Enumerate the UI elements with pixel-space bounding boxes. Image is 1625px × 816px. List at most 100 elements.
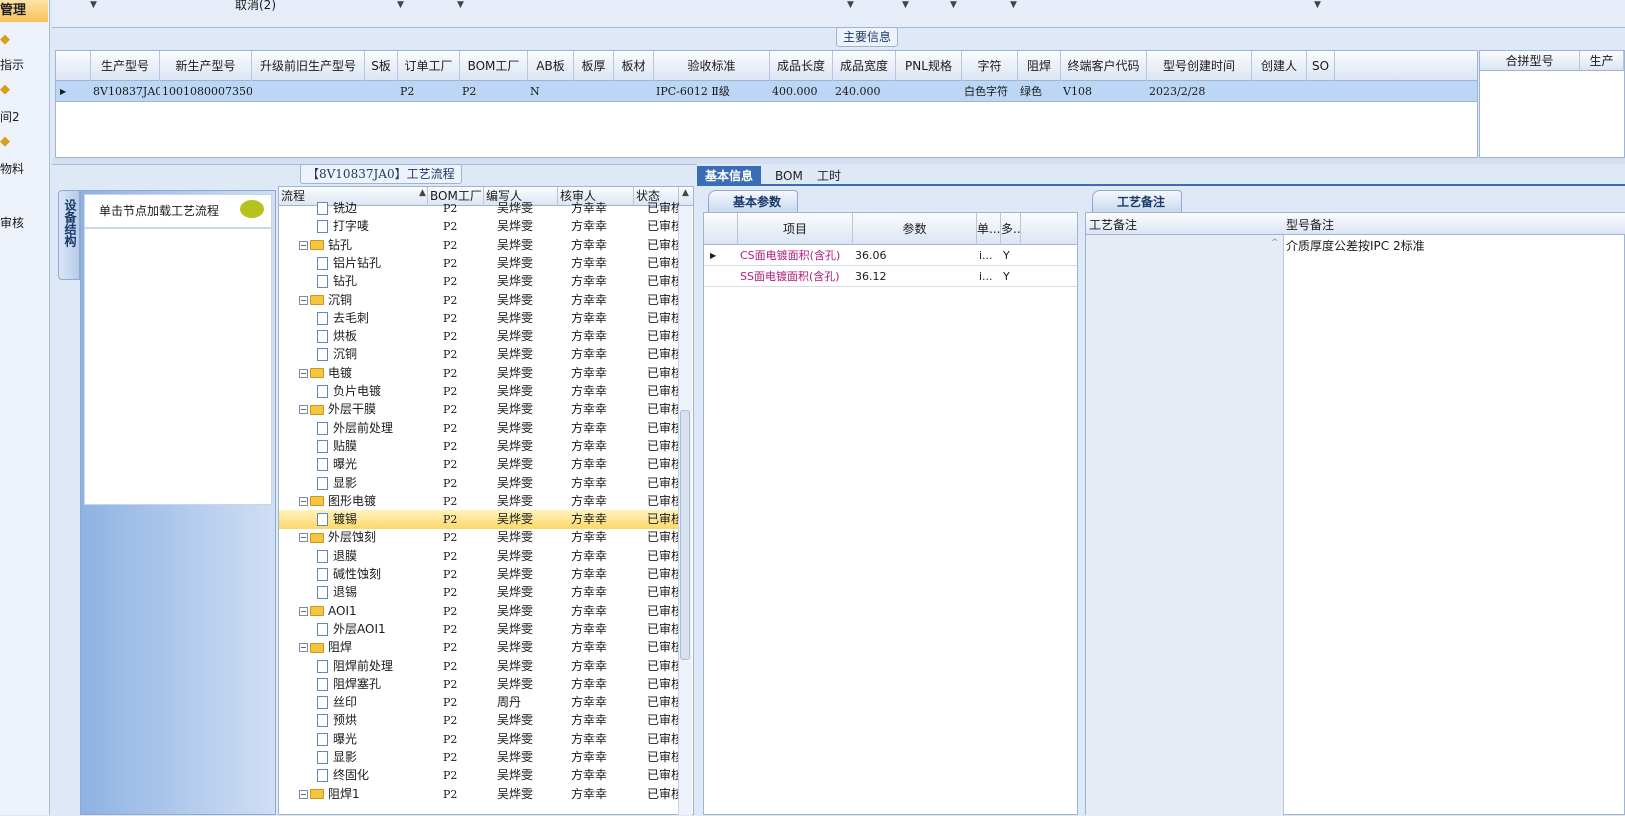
param-value[interactable]: 36.12 [855,266,887,287]
table-cell[interactable]: 绿色 [1020,81,1061,102]
table-cell[interactable]: 白色字符 [964,81,1018,102]
column-header[interactable]: BOM工厂 [460,51,528,81]
dropdown-arrow-icon[interactable]: ▼ [397,0,404,10]
tree-node[interactable]: 外层AOI1 [317,620,386,639]
column-header[interactable]: PNL规格 [896,51,962,81]
tab-hours[interactable]: 工时 [809,166,849,186]
tree-node[interactable]: 阻焊塞孔 [317,675,381,694]
tree-row[interactable]: − 阻焊1 P2 吴烨雯 方幸幸 已审核 [279,785,679,804]
table-cell[interactable] [1309,81,1335,102]
tree-row[interactable]: 显影 P2 吴烨雯 方幸幸 已审核 [279,748,679,767]
tree-row[interactable]: 退锡 P2 吴烨雯 方幸幸 已审核 [279,583,679,602]
tree-node[interactable]: 显影 [317,474,357,493]
equipment-structure-tab[interactable]: 设备结构 [58,190,80,280]
table-cell[interactable]: 10010800073503 [162,81,252,102]
column-header[interactable]: 终端客户代码 [1061,51,1147,81]
tree-row[interactable]: 负片电镀 P2 吴烨雯 方幸幸 已审核 [279,382,679,401]
column-header-model-notes[interactable]: 型号备注 [1286,216,1334,233]
column-header[interactable]: 合拼型号 [1480,51,1580,71]
tree-row[interactable]: 阻焊前处理 P2 吴烨雯 方幸幸 已审核 [279,657,679,676]
tree-node[interactable]: − 钻孔 [299,236,352,255]
collapse-toggle-icon[interactable]: − [299,789,308,799]
tree-row[interactable]: 沉铜 P2 吴烨雯 方幸幸 已审核 [279,345,679,364]
column-header-flag[interactable]: 多.. [1001,213,1021,245]
tree-row[interactable]: 丝印 P2 周丹 方幸幸 已审核 [279,693,679,712]
tree-row[interactable]: 终固化 P2 吴烨雯 方幸幸 已审核 [279,766,679,785]
tree-row[interactable]: − 沉铜 P2 吴烨雯 方幸幸 已审核 [279,291,679,310]
tree-row[interactable]: 曝光 P2 吴烨雯 方幸幸 已审核 [279,455,679,474]
column-header[interactable]: 成品宽度 [833,51,896,81]
tree-node[interactable]: − AOI1 [299,602,357,621]
collapse-toggle-icon[interactable]: − [299,643,308,653]
tree-node[interactable]: 阻焊前处理 [317,657,393,676]
tree-row[interactable]: 打字唛 P2 吴烨雯 方幸幸 已审核 [279,217,679,236]
model-note-text[interactable]: 介质厚度公差按IPC 2标准 [1286,237,1425,254]
process-notes-cell[interactable] [1086,235,1284,816]
table-cell[interactable] [1254,81,1307,102]
nav-item-instructions[interactable]: 指示 [0,56,24,73]
tree-node[interactable]: − 图形电镀 [299,492,376,511]
collapse-toggle-icon[interactable]: − [299,496,308,506]
column-header[interactable]: 生产型号 [91,51,160,81]
dropdown-arrow-icon[interactable]: ▼ [90,0,97,10]
column-header[interactable]: 订单工厂 [398,51,460,81]
tab-bom[interactable]: BOM [767,166,811,186]
tree-row[interactable]: 外层AOI1 P2 吴烨雯 方幸幸 已审核 [279,620,679,639]
tree-node[interactable]: 沉铜 [317,345,357,364]
tree-node[interactable]: 负片电镀 [317,382,381,401]
tree-row[interactable]: 碱性蚀刻 P2 吴烨雯 方幸幸 已审核 [279,565,679,584]
dropdown-arrow-icon[interactable]: ▼ [902,0,909,10]
table-cell[interactable]: P2 [462,81,528,102]
tree-row[interactable]: − AOI1 P2 吴烨雯 方幸幸 已审核 [279,602,679,621]
tree-node[interactable]: − 阻焊 [299,638,352,657]
table-cell[interactable] [367,81,398,102]
column-header[interactable]: 创建人 [1252,51,1307,81]
tree-row[interactable]: − 电镀 P2 吴烨雯 方幸幸 已审核 [279,364,679,383]
column-header[interactable]: 板厚 [574,51,614,81]
nav-item-review[interactable]: 审核 [0,214,24,231]
table-row[interactable]: ▶ CS面电镀面积(含孔) 36.06 i... Y [704,245,1077,266]
collapse-toggle-icon[interactable]: − [299,368,308,378]
column-header[interactable]: 生产 [1580,51,1624,71]
tree-row[interactable]: 镀锡 P2 吴烨雯 方幸幸 已审核 [279,510,679,530]
tree-node[interactable]: 外层前处理 [317,419,393,438]
table-cell[interactable]: IPC-6012 Ⅱ级 [656,81,770,102]
tree-row[interactable]: 显影 P2 吴烨雯 方幸幸 已审核 [279,474,679,493]
tab-process-notes[interactable]: 工艺备注 [1092,190,1183,212]
column-header[interactable]: SO [1307,51,1335,81]
collapse-toggle-icon[interactable]: − [299,533,308,543]
dropdown-arrow-icon[interactable]: ▼ [1314,0,1321,10]
tree-node[interactable]: 丝印 [317,693,357,712]
tree-node[interactable]: 预烘 [317,711,357,730]
tree-node[interactable]: 退膜 [317,547,357,566]
column-header[interactable]: S板 [365,51,398,81]
collapse-toggle-icon[interactable]: − [299,240,308,250]
tree-node[interactable]: 退锡 [317,583,357,602]
collapse-toggle-icon[interactable]: − [299,405,308,415]
tree-row[interactable]: 烘板 P2 吴烨雯 方幸幸 已审核 [279,327,679,346]
table-cell[interactable]: 8V10837JA0 [93,81,160,102]
table-cell[interactable] [576,81,614,102]
column-header[interactable]: 板材 [614,51,654,81]
tree-node[interactable]: 曝光 [317,730,357,749]
tree-node[interactable]: 铝片钻孔 [317,254,381,273]
scroll-up-icon[interactable]: ^ [1271,238,1279,248]
param-value[interactable]: 36.06 [855,245,887,266]
tree-node[interactable]: 烘板 [317,327,357,346]
tree-row[interactable]: 外层前处理 P2 吴烨雯 方幸幸 已审核 [279,419,679,438]
table-cell[interactable] [254,81,365,102]
tree-row[interactable]: 预烘 P2 吴烨雯 方幸幸 已审核 [279,711,679,730]
scrollbar-thumb[interactable] [680,410,690,660]
table-cell[interactable]: V108 [1063,81,1147,102]
tree-node[interactable]: − 电镀 [299,364,352,383]
tree-row[interactable]: 钻孔 P2 吴烨雯 方幸幸 已审核 [279,272,679,291]
column-header[interactable]: 型号创建时间 [1147,51,1252,81]
tab-basic-info[interactable]: 基本信息 [697,166,762,186]
tree-row[interactable]: − 阻焊 P2 吴烨雯 方幸幸 已审核 [279,638,679,657]
tree-row[interactable]: 铣边 P2 吴烨雯 方幸幸 已审核 [279,199,679,218]
tree-row[interactable]: 退膜 P2 吴烨雯 方幸幸 已审核 [279,547,679,566]
tree-node[interactable]: 终固化 [317,766,369,785]
nav-item-materials[interactable]: 物料 [0,160,24,177]
tree-node[interactable]: 显影 [317,748,357,767]
tree-node[interactable]: 曝光 [317,455,357,474]
